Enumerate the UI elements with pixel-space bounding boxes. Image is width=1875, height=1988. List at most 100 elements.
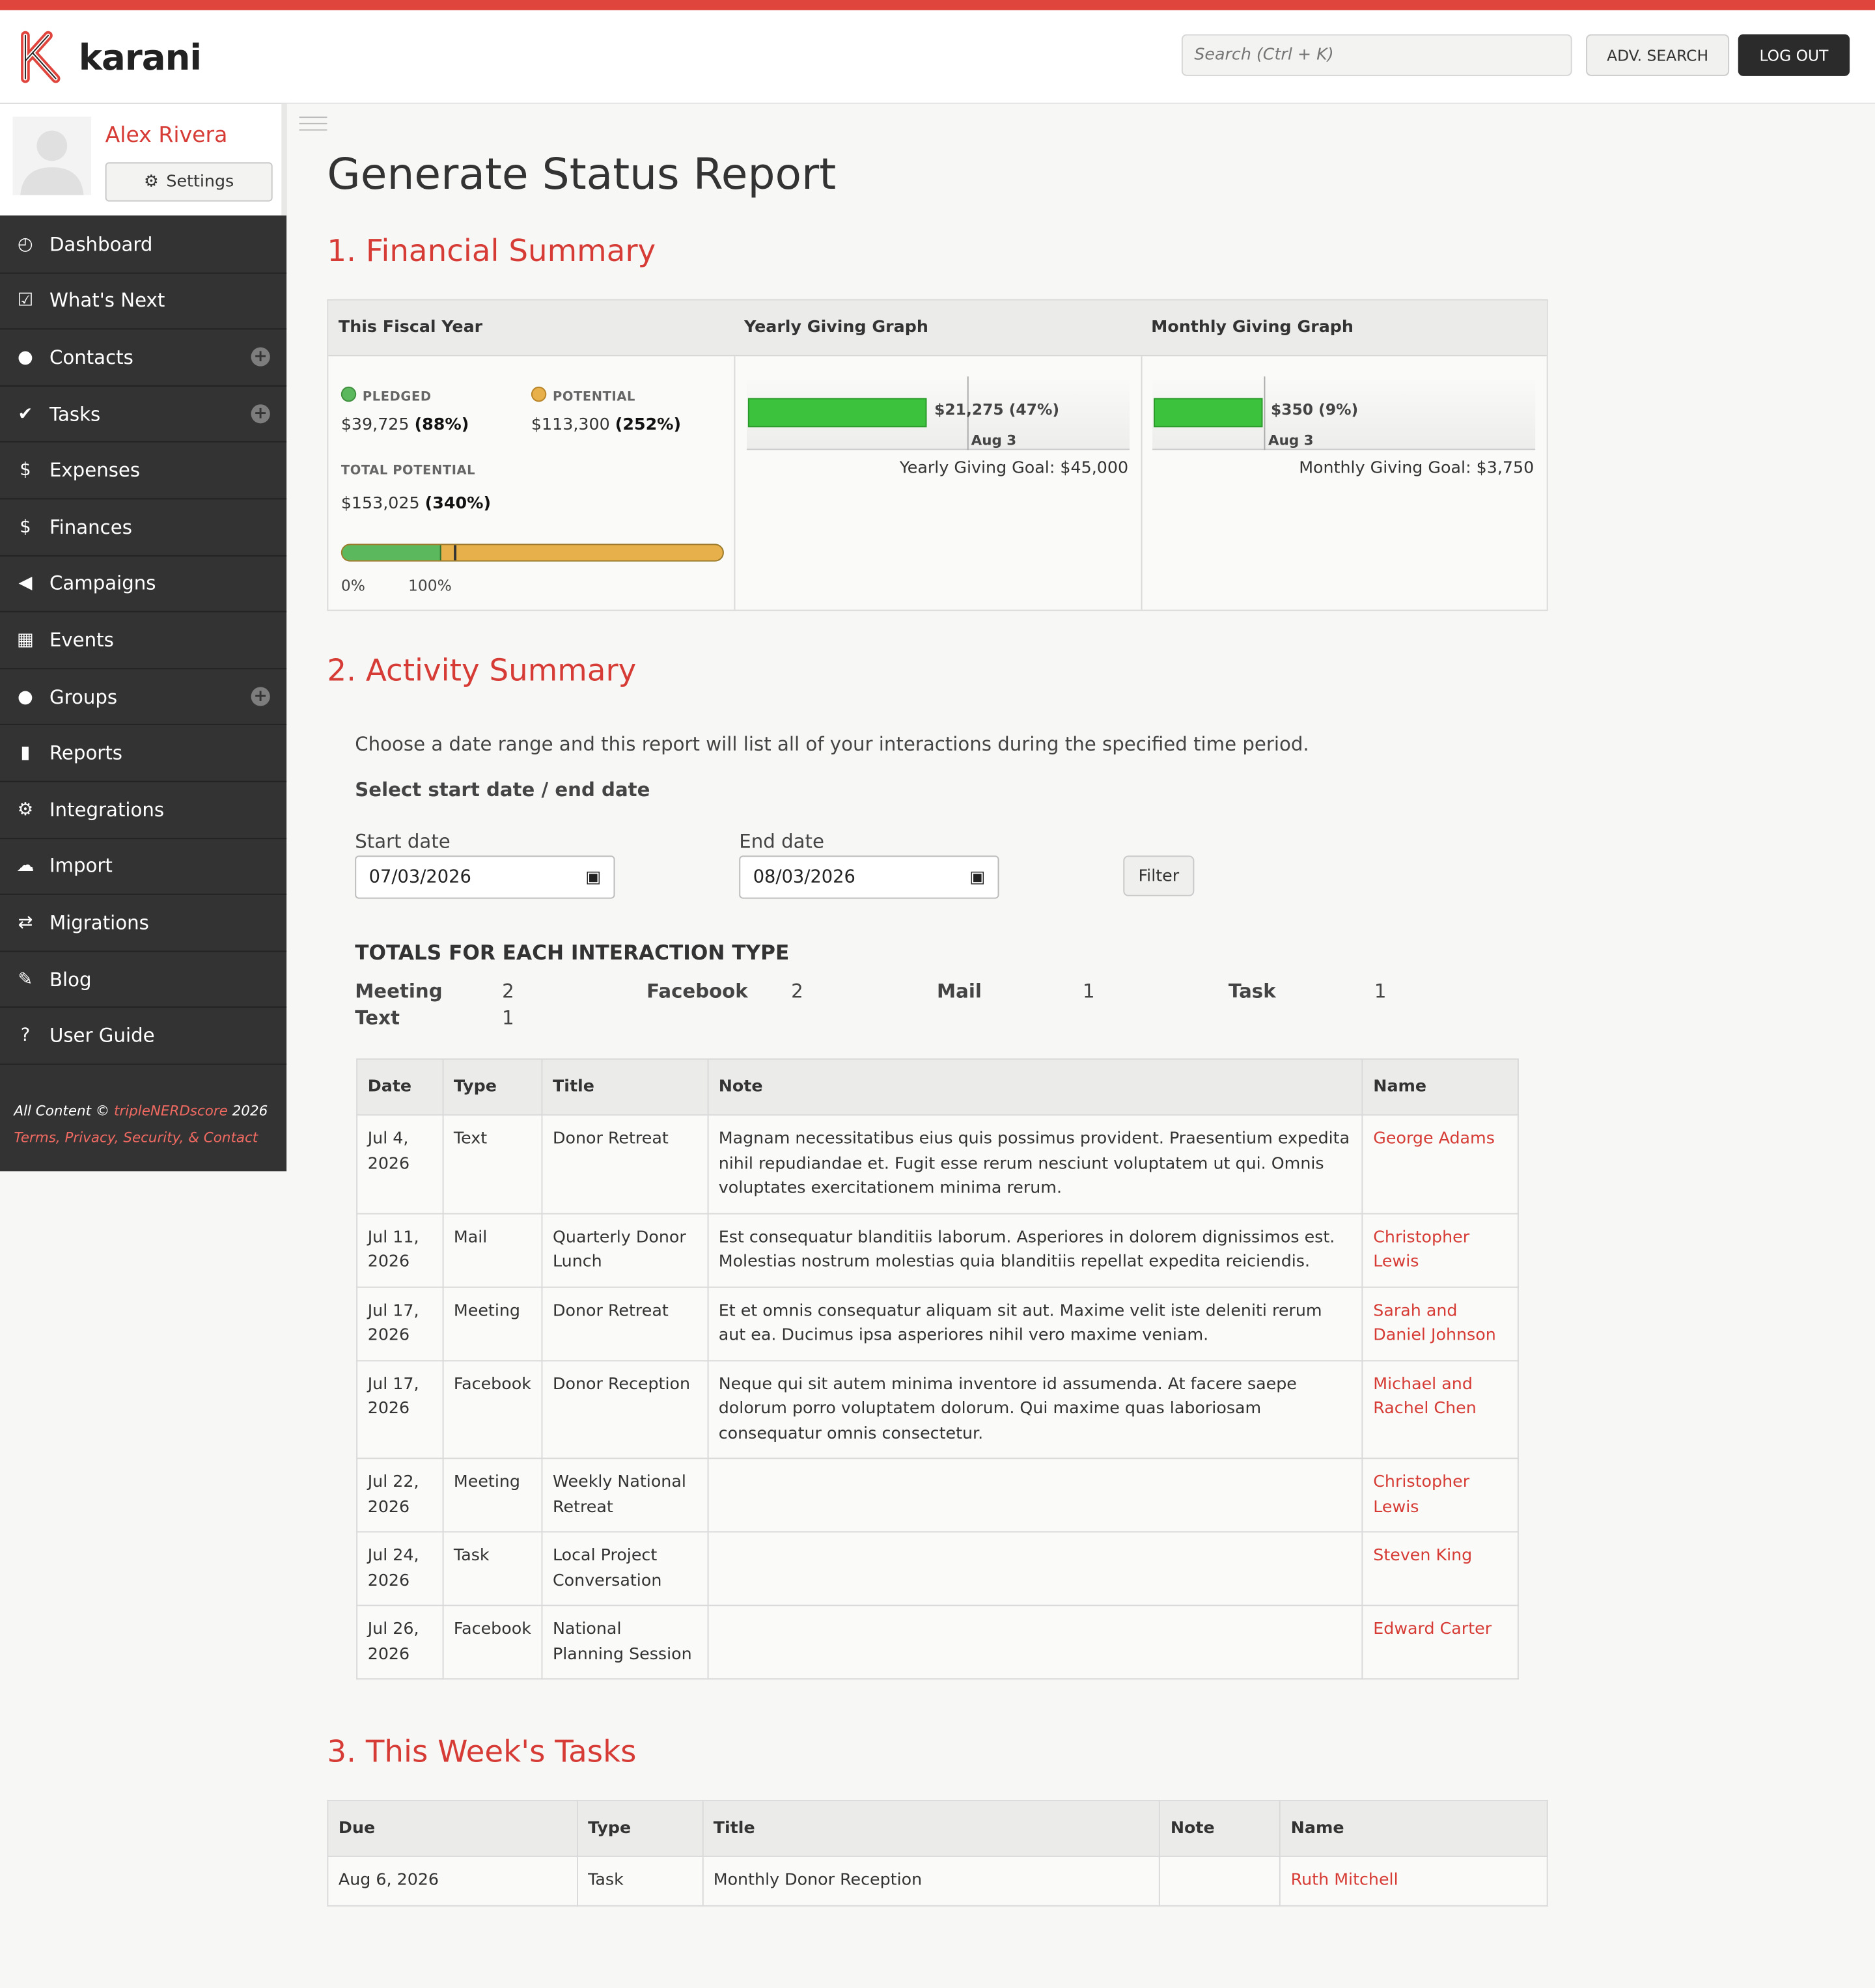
col-type[interactable]: Type	[576, 1800, 704, 1857]
cell-date: Jul 17, 2026	[356, 1286, 444, 1361]
sidebar-item-blog[interactable]: ✎ Blog	[0, 952, 287, 1008]
gear-icon: ⚙	[144, 172, 159, 192]
col-note[interactable]: Note	[707, 1058, 1363, 1116]
cell-type: Task	[576, 1855, 704, 1906]
sidebar-item-events[interactable]: ▦ Events	[0, 613, 287, 669]
cell-title: Quarterly Donor Lunch	[541, 1212, 709, 1288]
total-count-task: 1	[1374, 980, 1387, 1003]
user-name[interactable]: Alex Rivera	[105, 123, 228, 148]
terms-link[interactable]: Terms, Privacy, Security, & Contact	[14, 1124, 268, 1151]
col-name[interactable]: Name	[1279, 1800, 1548, 1857]
sidebar-item-migrations[interactable]: ⇄ Migrations	[0, 895, 287, 952]
total-count-facebook: 2	[791, 980, 803, 1003]
sidebar-item-user-guide[interactable]: ? User Guide	[0, 1008, 287, 1065]
activity-table: Date Type Title Note Name Jul 4, 2026 Te…	[356, 1058, 1519, 1680]
cell-note	[707, 1605, 1363, 1680]
end-date-input[interactable]: 08/03/2026 ▣	[739, 855, 999, 899]
cell-name-link[interactable]: George Adams	[1361, 1114, 1519, 1214]
activity-summary-heading: 2. Activity Summary	[327, 652, 637, 689]
cell-title: Donor Reception	[541, 1359, 709, 1459]
yearly-amount: $21,275	[934, 400, 1004, 419]
settings-label: Settings	[166, 172, 234, 192]
sidebar-item-tasks[interactable]: ✔ Tasks +	[0, 387, 287, 443]
cell-note	[707, 1457, 1363, 1533]
date-range-label: Select start date / end date	[355, 778, 650, 801]
cell-note: Neque qui sit autem minima inventore id …	[707, 1359, 1363, 1459]
cell-name-link[interactable]: Sarah and Daniel Johnson	[1361, 1286, 1519, 1361]
profile-card: Alex Rivera ⚙ Settings	[0, 104, 287, 216]
brand-link[interactable]: tripleNERDscore	[114, 1103, 228, 1119]
col-due[interactable]: Due	[327, 1800, 578, 1857]
sidebar-item-label: Reports	[49, 741, 123, 765]
cell-type: Text	[442, 1114, 543, 1214]
cell-name-link[interactable]: Michael and Rachel Chen	[1361, 1359, 1519, 1459]
col-title[interactable]: Title	[541, 1058, 709, 1116]
cell-name-link[interactable]: Ruth Mitchell	[1279, 1855, 1548, 1906]
add-task-icon[interactable]: +	[251, 404, 270, 423]
cell-note: Est consequatur blanditiis laborum. Aspe…	[707, 1212, 1363, 1288]
sidebar-item-dashboard[interactable]: ◴ Dashboard	[0, 217, 287, 273]
start-date-value: 07/03/2026	[368, 866, 471, 888]
sidebar-item-reports[interactable]: ▮ Reports	[0, 726, 287, 782]
add-group-icon[interactable]: +	[251, 686, 270, 706]
cell-type: Facebook	[442, 1605, 543, 1680]
table-row: Aug 6, 2026 Task Monthly Donor Reception…	[327, 1855, 1548, 1906]
col-title[interactable]: Title	[702, 1800, 1161, 1857]
sidebar-item-label: Import	[49, 855, 113, 878]
logout-button[interactable]: LOG OUT	[1738, 34, 1850, 76]
sidebar-item-contacts[interactable]: ● Contacts +	[0, 330, 287, 387]
sidebar-item-whats-next[interactable]: ☑ What's Next	[0, 273, 287, 330]
cell-name-link[interactable]: Christopher Lewis	[1361, 1457, 1519, 1533]
cell-note	[1159, 1855, 1281, 1906]
col-date[interactable]: Date	[356, 1058, 444, 1116]
axis-100-label: 100%	[408, 577, 452, 595]
menu-toggle-icon[interactable]	[299, 117, 327, 131]
search-input[interactable]	[1181, 34, 1572, 76]
start-date-input[interactable]: 07/03/2026 ▣	[355, 855, 615, 899]
total-count-meeting: 2	[502, 980, 514, 1003]
cell-date: Jul 17, 2026	[356, 1359, 444, 1459]
monthly-giving-graph: $350 (9%) Aug 3	[1152, 376, 1536, 450]
adv-search-button[interactable]: ADV. SEARCH	[1586, 34, 1730, 76]
col-header-yearly-graph: Yearly Giving Graph	[744, 318, 928, 337]
table-header-row: Due Type Title Note Name	[327, 1800, 1548, 1857]
activity-intro: Choose a date range and this report will…	[355, 732, 1309, 756]
sidebar-item-campaigns[interactable]: ◀ Campaigns	[0, 556, 287, 613]
copyright-year: 2026	[227, 1103, 268, 1120]
cell-date: Jul 22, 2026	[356, 1457, 444, 1533]
filter-button[interactable]: Filter	[1123, 855, 1195, 896]
monthly-date-marker	[1264, 376, 1266, 450]
table-row: Jul 17, 2026 Meeting Donor Retreat Et et…	[356, 1286, 1519, 1361]
total-potential-amount: $153,025	[340, 494, 420, 514]
top-accent-bar	[0, 0, 1875, 10]
col-note[interactable]: Note	[1159, 1800, 1281, 1857]
yearly-bar-label: $21,275 (47%)	[934, 400, 1059, 418]
cell-type: Meeting	[442, 1457, 543, 1533]
sidebar-item-label: Finances	[49, 516, 132, 539]
sidebar-item-finances[interactable]: $ Finances	[0, 499, 287, 557]
goal-marker	[454, 545, 457, 560]
sidebar-item-import[interactable]: ☁ Import	[0, 838, 287, 896]
pledged-amount: $39,725	[340, 415, 410, 435]
sidebar-item-integrations[interactable]: ⚙ Integrations	[0, 782, 287, 839]
table-row: Jul 17, 2026 Facebook Donor Reception Ne…	[356, 1359, 1519, 1459]
sidebar-item-expenses[interactable]: $ Expenses	[0, 443, 287, 500]
logo[interactable]: karani	[20, 31, 202, 84]
cell-name-link[interactable]: Christopher Lewis	[1361, 1212, 1519, 1288]
pledged-progress-fill	[342, 545, 441, 560]
potential-value: $113,300 (252%)	[531, 416, 681, 435]
col-name[interactable]: Name	[1361, 1058, 1519, 1116]
total-potential-percent: (340%)	[424, 494, 492, 514]
avatar[interactable]	[12, 117, 92, 195]
col-type[interactable]: Type	[442, 1058, 543, 1116]
col-header-monthly-graph: Monthly Giving Graph	[1151, 318, 1354, 337]
sidebar-item-label: Groups	[49, 685, 118, 708]
settings-button[interactable]: ⚙ Settings	[105, 162, 273, 202]
calendar-icon[interactable]: ▣	[969, 868, 985, 887]
calendar-icon[interactable]: ▣	[585, 868, 601, 887]
cell-name-link[interactable]: Edward Carter	[1361, 1605, 1519, 1680]
cell-note: Et et omnis consequatur aliquam sit aut.…	[707, 1286, 1363, 1361]
sidebar-item-groups[interactable]: ● Groups +	[0, 669, 287, 726]
cell-name-link[interactable]: Steven King	[1361, 1531, 1519, 1607]
add-contact-icon[interactable]: +	[251, 347, 270, 367]
